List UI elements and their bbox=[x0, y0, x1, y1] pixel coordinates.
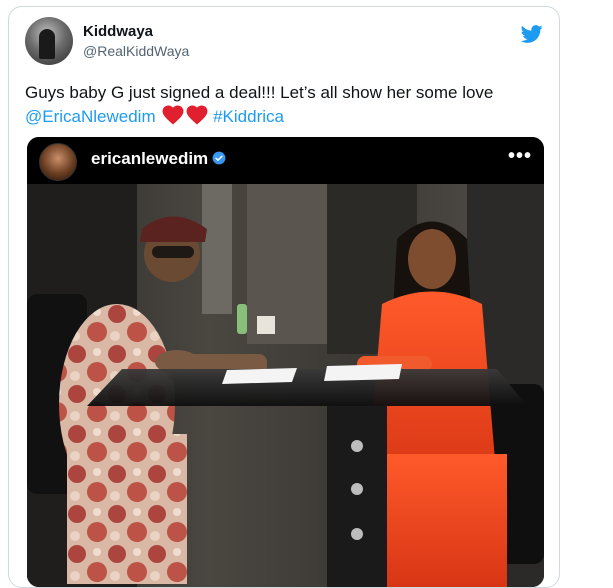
more-options-icon: ••• bbox=[507, 145, 532, 167]
author-display-name[interactable]: Kiddwaya bbox=[83, 23, 189, 41]
photo-scene bbox=[27, 184, 544, 587]
verified-badge-icon bbox=[212, 151, 226, 165]
instagram-username-text: ericanlewedim bbox=[91, 149, 209, 168]
tweet-text: Guys baby G just signed a deal!!! Let’s … bbox=[25, 81, 545, 129]
author-handle[interactable]: @RealKiddWaya bbox=[83, 41, 189, 61]
mention-link[interactable]: @EricaNlewedim bbox=[25, 107, 156, 126]
author-names: Kiddwaya @RealKiddWaya bbox=[83, 23, 189, 61]
author-avatar[interactable] bbox=[25, 17, 73, 65]
red-heart-icon bbox=[162, 105, 184, 125]
instagram-username: ericanlewedim bbox=[91, 149, 226, 169]
red-heart-icon bbox=[186, 105, 208, 125]
hashtag-link[interactable]: #Kiddrica bbox=[213, 107, 284, 126]
tweet-header: Kiddwaya @RealKiddWaya bbox=[25, 17, 545, 67]
instagram-avatar bbox=[39, 143, 77, 181]
avatar-figure bbox=[39, 29, 55, 59]
tweet-body-text: Guys baby G just signed a deal!!! Let’s … bbox=[25, 83, 494, 102]
embedded-instagram-image[interactable]: ericanlewedim ••• bbox=[27, 137, 544, 587]
twitter-bird-icon[interactable] bbox=[519, 23, 545, 45]
tweet-card[interactable]: Kiddwaya @RealKiddWaya Guys baby G just … bbox=[8, 6, 560, 588]
instagram-post-header: ericanlewedim ••• bbox=[27, 137, 544, 184]
